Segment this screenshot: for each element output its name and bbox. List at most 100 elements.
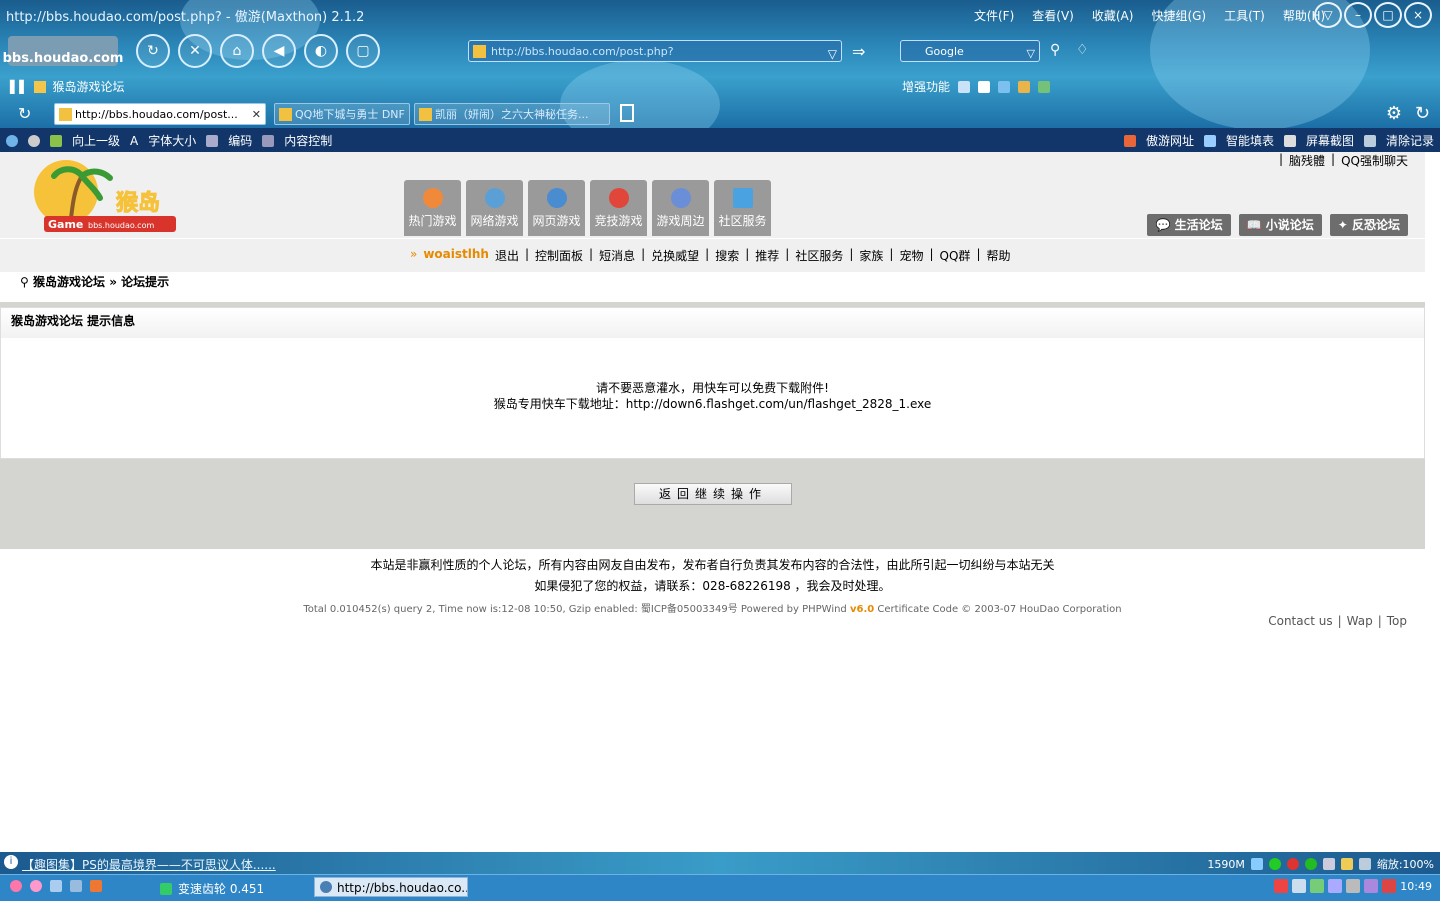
tab-game-peripherals[interactable]: 游戏周边	[652, 180, 709, 236]
tab-quest[interactable]: 凯丽（妍闹）之六大神秘任务...	[414, 103, 610, 125]
search-link[interactable]: 搜索	[715, 247, 739, 264]
top-link-qq[interactable]: QQ强制聊天	[1341, 152, 1408, 169]
lightbulb-icon[interactable]: ♢	[1076, 42, 1089, 58]
tab-close-icon[interactable]: ✕	[252, 104, 261, 124]
community-link[interactable]: 社区服务	[795, 247, 843, 264]
tray-qq-icon[interactable]	[1328, 879, 1343, 893]
minimize-icon[interactable]: –	[1344, 2, 1372, 28]
news-ticker-link[interactable]: 【趣图集】PS的最高境界——不可思议人体......	[22, 856, 276, 873]
back-icon[interactable]: ◀	[262, 34, 296, 68]
enhance-button[interactable]: 增强功能	[902, 78, 950, 95]
wap-link[interactable]: Wap	[1347, 614, 1373, 628]
settings-gear-icon[interactable]: ⚙	[1386, 103, 1402, 124]
window-list-icon[interactable]	[1322, 858, 1335, 870]
clear-history-button[interactable]: 清除记录	[1386, 132, 1434, 149]
close-icon[interactable]: ×	[1404, 2, 1432, 28]
task-browser[interactable]: http://bbs.houdao.co...	[314, 877, 468, 897]
message-line-2[interactable]: 猴岛专用快车下载地址：http://down6.flashget.com/un/…	[1, 396, 1424, 412]
antivirus-icon[interactable]	[1382, 879, 1397, 893]
play-icon[interactable]	[1304, 858, 1317, 870]
app-icon[interactable]	[90, 880, 102, 892]
go-arrow-icon[interactable]: ⇒	[852, 42, 865, 61]
tab-hot-games[interactable]: 热门游戏	[404, 180, 461, 236]
window-icon[interactable]	[978, 80, 991, 93]
book-icon[interactable]	[998, 80, 1011, 93]
screenshot-button[interactable]: 屏幕截图	[1306, 132, 1354, 149]
logout-link[interactable]: 退出	[495, 247, 519, 264]
tab-community[interactable]: 社区服务	[714, 180, 771, 236]
exchange-link[interactable]: 兑换威望	[651, 247, 699, 264]
arrows-icon[interactable]	[1292, 879, 1307, 893]
family-link[interactable]: 家族	[859, 247, 883, 264]
search-icon[interactable]: ⚲	[1050, 42, 1060, 58]
task-speed-gear[interactable]: 变速齿轮 0.451	[160, 880, 264, 897]
tab-active[interactable]: http://bbs.houdao.com/post... ✕	[54, 103, 266, 125]
grid-icon[interactable]	[1038, 80, 1051, 93]
messages-link[interactable]: 短消息	[599, 247, 635, 264]
site-logo[interactable]: Game bbs.houdao.com 猴岛	[30, 158, 180, 236]
forward-small-icon[interactable]	[28, 134, 40, 147]
menu-groups[interactable]: 快捷组(G)	[1151, 7, 1206, 24]
home-icon[interactable]: ⌂	[220, 34, 254, 68]
recommend-link[interactable]: 推荐	[755, 247, 779, 264]
control-panel-link[interactable]: 控制面板	[535, 247, 583, 264]
content-control-button[interactable]: 内容控制	[284, 132, 332, 149]
plugin-icon[interactable]	[958, 80, 971, 93]
cs-forum-button[interactable]: ✦ 反恐论坛	[1329, 214, 1408, 236]
stop-icon[interactable]: ✕	[178, 34, 212, 68]
tab-dnf[interactable]: QQ地下城与勇士 DNF	[274, 103, 410, 125]
contact-us-link[interactable]: Contact us	[1268, 614, 1332, 628]
favorite-link[interactable]: 猴岛游戏论坛	[52, 78, 124, 95]
tab-competitive-games[interactable]: 竞技游戏	[590, 180, 647, 236]
font-size-button[interactable]: 字体大小	[148, 132, 196, 149]
status-ok-icon[interactable]	[1268, 858, 1281, 870]
tool-icon[interactable]	[1018, 80, 1031, 93]
candy-icon[interactable]	[30, 880, 42, 892]
help-link[interactable]: 帮助	[986, 247, 1010, 264]
history-icon[interactable]: ◐	[304, 34, 338, 68]
menu-tools[interactable]: 工具(T)	[1224, 7, 1265, 24]
pets-link[interactable]: 宠物	[899, 247, 923, 264]
zoom-level[interactable]: 缩放:100%	[1377, 856, 1434, 872]
tab-online-games[interactable]: 网络游戏	[466, 180, 523, 236]
menu-file[interactable]: 文件(F)	[974, 7, 1014, 24]
maxthon-sites-button[interactable]: 傲游网址	[1146, 132, 1194, 149]
search-dropdown-icon[interactable]: ▽	[1027, 43, 1035, 65]
tab-web-games[interactable]: 网页游戏	[528, 180, 585, 236]
menu-arrow-icon[interactable]: ▽	[1314, 2, 1342, 28]
network-icon[interactable]	[70, 880, 82, 892]
dropdown-arrow-icon[interactable]: ▽	[828, 43, 837, 65]
block-icon[interactable]	[1286, 858, 1299, 870]
search-box[interactable]: Google ▽	[900, 40, 1040, 62]
refresh-icon[interactable]: ↻	[136, 34, 170, 68]
sogou-icon[interactable]	[1274, 879, 1289, 893]
refresh-tab-icon[interactable]: ↻	[18, 104, 31, 123]
back-small-icon[interactable]	[6, 134, 18, 147]
continue-button[interactable]: 返回继续操作	[634, 483, 792, 505]
novel-forum-button[interactable]: 📖 小说论坛	[1238, 214, 1322, 236]
qq-group-link[interactable]: QQ群	[940, 247, 971, 264]
maximize-icon[interactable]: □	[1374, 2, 1402, 28]
menu-favorites[interactable]: 收藏(A)	[1092, 7, 1134, 24]
address-bar[interactable]: http://bbs.houdao.com/post.php? ▽	[468, 40, 842, 62]
breadcrumb-home[interactable]: 猴岛游戏论坛	[33, 275, 105, 289]
top-link-brain[interactable]: 脑残體	[1289, 152, 1325, 169]
tray-network-icon[interactable]	[1364, 879, 1379, 893]
life-forum-button[interactable]: 💬 生活论坛	[1147, 214, 1231, 236]
version-label: v6.0	[849, 604, 875, 615]
ie-icon[interactable]	[50, 880, 62, 892]
new-tab-icon[interactable]	[620, 104, 634, 122]
username-link[interactable]: woaistlhh	[423, 247, 489, 264]
status-tool-icon[interactable]	[1250, 858, 1263, 870]
new-window-icon[interactable]: ▢	[346, 34, 380, 68]
top-link[interactable]: Top	[1387, 614, 1407, 628]
autofill-button[interactable]: 智能填表	[1226, 132, 1274, 149]
up-level-button[interactable]: 向上一级	[72, 132, 120, 149]
tray-app-icon[interactable]	[1310, 879, 1325, 893]
encoding-button[interactable]: 编码	[228, 132, 252, 149]
reload-all-icon[interactable]: ↻	[1415, 103, 1430, 124]
menu-view[interactable]: 查看(V)	[1032, 7, 1074, 24]
swirl-icon[interactable]	[10, 880, 22, 892]
tray-shield-icon[interactable]	[1346, 879, 1361, 893]
lock-icon[interactable]	[1340, 858, 1353, 870]
